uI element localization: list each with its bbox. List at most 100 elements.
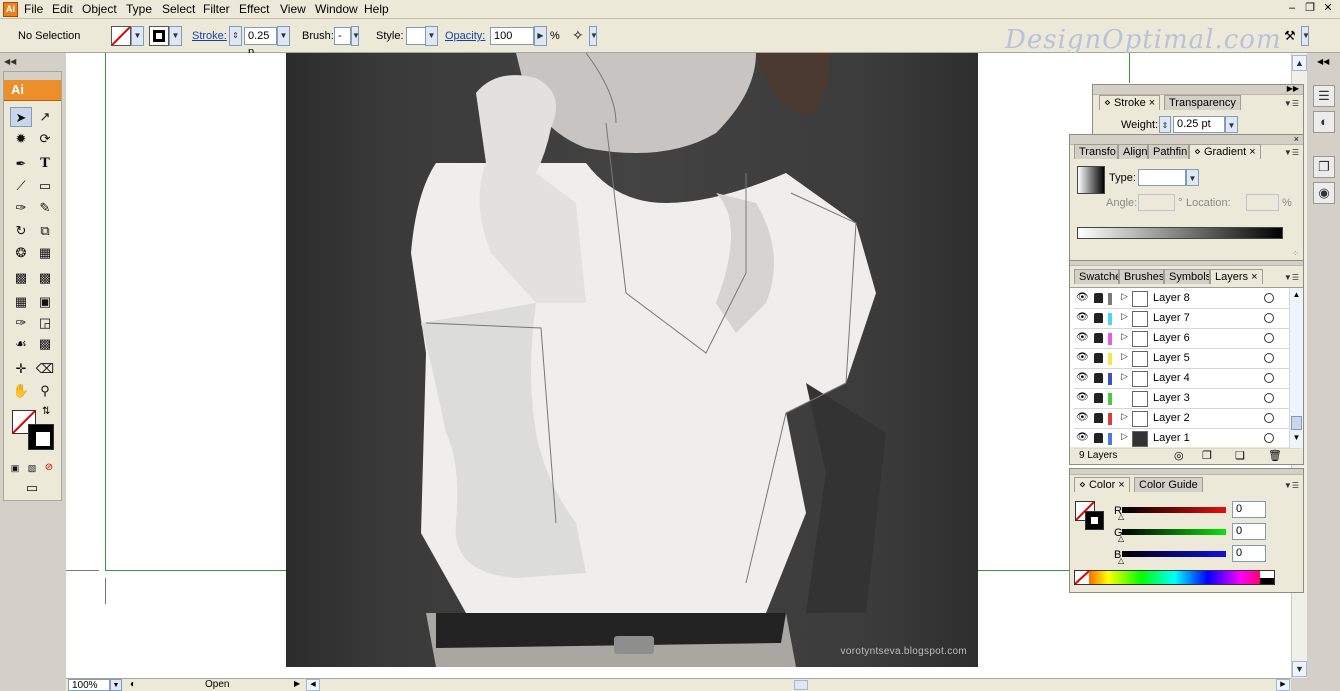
slice-tool-icon[interactable]: ✛ [10,359,32,379]
zoom-field[interactable]: 100% [68,679,110,691]
resize-grip-icon[interactable]: ⁘ [1292,249,1299,258]
expand-triangle-icon[interactable]: ▷ [1121,411,1128,422]
visibility-eye-icon[interactable]: 👁 [1076,353,1089,363]
lock-icon[interactable] [1094,413,1103,423]
pencil-tool-icon[interactable]: ✎ [34,198,56,218]
layer-name[interactable]: Layer 1 [1153,432,1190,444]
stroke-weight-dropdown-icon[interactable]: ▼ [277,26,290,46]
visibility-eye-icon[interactable]: 👁 [1076,433,1089,443]
delete-layer-icon[interactable]: 🗑 [1268,449,1282,462]
make-clipping-mask-icon[interactable]: ❐ [1202,449,1212,462]
blue-value-field[interactable]: 0 [1232,545,1266,562]
gradient-type-dropdown-icon[interactable]: ▼ [1186,169,1199,186]
free-transform-tool-icon[interactable]: ▦ [34,243,56,263]
new-layer-icon[interactable]: ❏ [1235,449,1245,462]
target-circle-icon[interactable] [1264,413,1274,423]
panel-menu-icon[interactable]: ▼☰ [1284,148,1299,157]
warp-tool-icon[interactable]: ❂ [10,243,32,263]
stroke-swatch[interactable] [149,26,169,46]
none-color-icon[interactable] [1075,571,1089,584]
expand-dock-icon[interactable]: ◀◀ [1317,57,1329,66]
brush-field[interactable]: - [334,27,351,45]
column-graph-tool-icon[interactable]: ▩ [34,268,56,288]
tab-color[interactable]: ⋄ Color × [1074,477,1130,492]
blue-slider-thumb-icon[interactable]: △ [1118,556,1124,565]
layer-row[interactable]: 👁 ▷ Layer 1 [1074,429,1300,449]
magic-wand-tool-icon[interactable]: ✹ [10,129,32,149]
panel-menu-icon[interactable]: ▼☰ [1284,481,1299,490]
expand-triangle-icon[interactable]: ▷ [1121,331,1128,342]
document-setup-icon[interactable]: ⚒ [1284,28,1296,44]
document-setup-dropdown-icon[interactable]: ▼ [1301,26,1310,46]
layer-name[interactable]: Layer 8 [1153,292,1190,304]
layer-name[interactable]: Layer 5 [1153,352,1190,364]
visibility-eye-icon[interactable]: 👁 [1076,393,1089,403]
stroke-link[interactable]: Stroke: [192,30,227,42]
scroll-up-icon[interactable]: ▲ [1292,55,1307,71]
tab-pathfinder[interactable]: Pathfin [1148,144,1189,159]
fill-dropdown-icon[interactable]: ▼ [131,26,144,46]
restore-icon[interactable]: ❐ [1302,2,1318,16]
gradient-preview[interactable] [1077,166,1105,194]
tab-swatches[interactable]: Swatche [1074,269,1119,284]
stroke-weight-field[interactable]: 0.25 p [244,27,277,58]
layer-name[interactable]: Layer 6 [1153,332,1190,344]
visibility-eye-icon[interactable]: 👁 [1076,413,1089,423]
weight-stepper[interactable]: ⇕ [1159,116,1171,133]
lock-icon[interactable] [1094,353,1103,363]
selection-tool-icon[interactable]: ➤ [10,107,32,127]
gradient-tool-icon[interactable]: ▣ [34,292,56,312]
blend-tool-icon[interactable]: ◲ [34,313,56,333]
green-slider-thumb-icon[interactable]: △ [1118,534,1124,543]
menu-file[interactable]: File [24,2,43,16]
scroll-right-icon[interactable]: ▶ [1276,679,1290,691]
hand-tool-icon[interactable]: ✋ [10,381,32,401]
locate-object-icon[interactable]: ◎ [1174,449,1184,462]
eyedropper-tool-icon[interactable]: ✑ [10,313,32,333]
layer-row[interactable]: 👁 ▷ Layer 2 [1074,409,1300,429]
paintbrush-tool-icon[interactable]: ✑ [10,198,32,218]
pen-tool-icon[interactable]: ✒ [10,154,32,174]
tab-symbols[interactable]: Symbols [1164,269,1210,284]
black-swatch[interactable] [1260,578,1274,584]
target-circle-icon[interactable] [1264,313,1274,323]
collapse-panel-icon[interactable]: ▶▶ [1287,84,1299,93]
horizontal-scroll-thumb[interactable] [794,680,808,690]
stroke-weight-stepper[interactable]: ⇕ [229,26,242,46]
layer-name[interactable]: Layer 7 [1153,312,1190,324]
transparency-panel-icon[interactable]: ◐ [1313,111,1335,133]
tab-brushes[interactable]: Brushes [1119,269,1164,284]
target-circle-icon[interactable] [1264,333,1274,343]
stroke-color-chip[interactable] [1085,511,1104,530]
screen-mode-icon[interactable]: ▭ [21,478,43,498]
appearance-icon[interactable]: ◉ [1313,182,1335,204]
fill-swatch[interactable] [111,26,131,46]
panel-menu-icon[interactable]: ▼☰ [1284,99,1299,108]
minimize-icon[interactable]: – [1284,2,1300,16]
recolor-dropdown-icon[interactable]: ▼ [589,26,598,46]
opacity-link[interactable]: Opacity: [445,30,485,42]
scroll-down-icon[interactable]: ▼ [1292,661,1307,677]
red-value-field[interactable]: 0 [1232,501,1266,518]
target-circle-icon[interactable] [1264,433,1274,443]
stroke-color-box[interactable] [28,424,54,450]
lock-icon[interactable] [1094,293,1103,303]
expand-triangle-icon[interactable]: ▷ [1121,371,1128,382]
visibility-eye-icon[interactable]: 👁 [1076,313,1089,323]
symbol-sprayer-tool-icon[interactable]: ▩ [10,268,32,288]
layer-row[interactable]: 👁 ▷ Layer 5 [1074,349,1300,369]
target-circle-icon[interactable] [1264,393,1274,403]
scroll-thumb[interactable] [1291,416,1302,430]
opacity-field[interactable]: 100 [490,27,534,45]
menu-object[interactable]: Object [82,2,117,16]
lasso-tool-icon[interactable]: ⟳ [34,129,56,149]
scroll-up-icon[interactable]: ▲ [1290,290,1303,303]
layer-row[interactable]: 👁 Layer 3 [1074,389,1300,409]
green-value-field[interactable]: 0 [1232,523,1266,540]
white-swatch[interactable] [1260,571,1274,578]
target-circle-icon[interactable] [1264,293,1274,303]
zoom-tool-icon[interactable]: ⚲ [34,381,56,401]
collapse-tools-icon[interactable]: ◀◀ [4,57,16,66]
layer-row[interactable]: 👁 ▷ Layer 7 [1074,309,1300,329]
red-slider-thumb-icon[interactable]: △ [1118,512,1124,521]
